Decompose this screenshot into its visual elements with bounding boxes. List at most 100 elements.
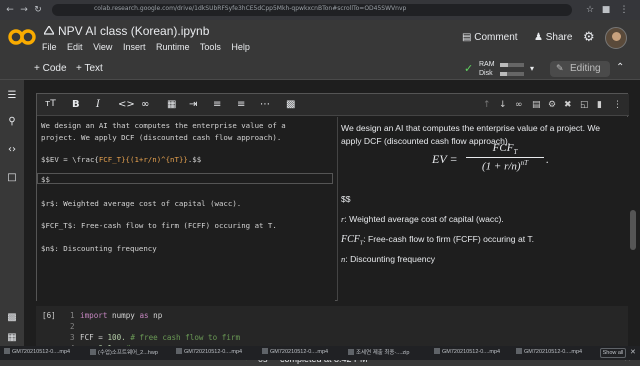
ram-disk-labels[interactable]: RAM Disk bbox=[479, 60, 495, 78]
download-item[interactable]: GM720210512-0....mp4 bbox=[4, 348, 84, 358]
menu-insert[interactable]: Insert bbox=[123, 42, 146, 52]
text-cell[interactable]: тT B I <> ∞ ▦ ⇥ ≡ ≡ ⋯ ▩ ↑ ↓ ∞ ▤ ⚙ ✖ ◱ ▮ … bbox=[36, 93, 629, 301]
browser-address-bar: ← → ↻ colab.research.google.com/drive/1d… bbox=[0, 0, 640, 20]
app-header: NPV AI class (Korean).ipynb File Edit Vi… bbox=[0, 20, 640, 60]
comment-cell-icon[interactable]: ▤ bbox=[532, 100, 541, 110]
preview-toggle-icon[interactable]: ▩ bbox=[286, 99, 295, 110]
left-sidebar: ☰ ⚲ ‹› □ ▩ ▦ bbox=[0, 80, 24, 352]
url-text: colab.research.google.com/drive/1dkSUbRF… bbox=[94, 5, 407, 12]
star-icon[interactable]: ☆ bbox=[584, 4, 596, 16]
preview-dollars: $$ bbox=[341, 194, 351, 204]
markdown-editor[interactable]: We design an AI that computes the enterp… bbox=[37, 117, 335, 301]
colab-app: NPV AI class (Korean).ipynb File Edit Vi… bbox=[0, 20, 640, 366]
indent-icon[interactable]: ⇥ bbox=[189, 99, 197, 110]
editor-line: We design an AI that computes the enterp… bbox=[41, 121, 286, 130]
code-snippets-icon[interactable]: ‹› bbox=[6, 144, 18, 156]
move-down-icon[interactable]: ↓ bbox=[499, 100, 507, 110]
editor-line: $$ bbox=[41, 175, 50, 184]
preview-fcf-line: FCFT: Free-cash flow to firm (FCFF) occu… bbox=[341, 234, 535, 247]
text-format-toolbar: тT B I <> ∞ ▦ ⇥ ≡ ≡ ⋯ ▩ ↑ ↓ ∞ ▤ ⚙ ✖ ◱ ▮ … bbox=[37, 94, 629, 116]
drive-icon bbox=[44, 26, 54, 35]
horizontal-rule-icon[interactable]: ⋯ bbox=[260, 99, 270, 110]
back-icon[interactable]: ← bbox=[4, 4, 16, 16]
editing-label: Editing bbox=[570, 63, 601, 74]
close-downloads-icon[interactable]: ✕ bbox=[630, 348, 636, 356]
reload-icon[interactable]: ↻ bbox=[32, 4, 44, 16]
colab-logo-icon[interactable] bbox=[8, 28, 36, 46]
chevron-up-icon[interactable]: ⌃ bbox=[616, 62, 624, 73]
browser-menu-icon[interactable]: ⋮ bbox=[618, 4, 630, 16]
eq-lhs: EV = bbox=[432, 152, 458, 166]
extension-icon[interactable]: ■ bbox=[600, 4, 612, 16]
table-of-contents-icon[interactable]: ☰ bbox=[6, 90, 18, 102]
comment-icon: ▤ bbox=[462, 32, 472, 43]
preview-intro-line: We design an AI that computes the enterp… bbox=[341, 123, 601, 133]
preview-n-line: n: Discounting frequency bbox=[341, 254, 436, 264]
download-item[interactable]: GM720210512-0....mp4 bbox=[262, 348, 342, 358]
command-palette-icon[interactable]: ▦ bbox=[6, 332, 18, 344]
downloads-bar: GM720210512-0....mp4 (수업)소프트웨어_2...hwp G… bbox=[0, 346, 640, 360]
scrollbar[interactable] bbox=[630, 210, 636, 250]
avatar[interactable] bbox=[605, 27, 627, 49]
move-up-icon[interactable]: ↑ bbox=[483, 100, 491, 110]
comment-button[interactable]: ▤ Comment bbox=[462, 32, 518, 43]
add-code-button[interactable]: + Code bbox=[34, 63, 67, 74]
italic-icon[interactable]: I bbox=[96, 99, 100, 110]
code-line: FCF = 100. # free cash flow to firm bbox=[80, 333, 241, 342]
bulleted-list-icon[interactable]: ≡ bbox=[237, 99, 245, 110]
download-item[interactable]: (수업)소프트웨어_2...hwp bbox=[90, 348, 170, 358]
heading-icon[interactable]: тT bbox=[45, 99, 56, 109]
eq-numerator: FCFT bbox=[466, 142, 544, 159]
search-icon[interactable]: ⚲ bbox=[6, 116, 18, 128]
active-line bbox=[37, 173, 333, 184]
share-icon: ♟ bbox=[534, 32, 543, 43]
numbered-list-icon[interactable]: ≡ bbox=[213, 99, 221, 110]
image-icon[interactable]: ▦ bbox=[167, 99, 176, 110]
gear-icon[interactable]: ⚙ bbox=[583, 30, 595, 45]
menu-runtime[interactable]: Runtime bbox=[156, 42, 190, 52]
chevron-down-icon[interactable]: ▾ bbox=[530, 64, 534, 73]
mirror-cell-icon[interactable]: ✖ bbox=[564, 100, 572, 110]
download-item[interactable]: GM720210512-0....mp4 bbox=[434, 348, 514, 358]
connected-check-icon: ✓ bbox=[464, 62, 474, 75]
notebook-title[interactable]: NPV AI class (Korean).ipynb bbox=[58, 24, 209, 38]
preview-r-line: r: Weighted average cost of capital (wac… bbox=[341, 214, 504, 224]
download-item[interactable]: GM720210512-0....mp4 bbox=[516, 348, 594, 358]
eq-highlight: FCF_T}{(1+r/n)^{nT}} bbox=[98, 155, 188, 164]
share-button[interactable]: ♟ Share bbox=[534, 32, 572, 43]
bold-icon[interactable]: B bbox=[72, 99, 80, 110]
notebook-toolbar: + Code + Text ✓ RAM Disk ▾ ✎ Editing ⌃ bbox=[0, 60, 640, 80]
more-options-icon[interactable]: ⋮ bbox=[613, 100, 622, 110]
terminal-icon[interactable]: ▩ bbox=[6, 312, 18, 324]
files-icon[interactable]: □ bbox=[6, 172, 18, 184]
show-all-button[interactable]: Show all bbox=[600, 348, 626, 358]
menu-tools[interactable]: Tools bbox=[200, 42, 221, 52]
forward-icon[interactable]: → bbox=[18, 4, 30, 16]
open-tab-icon[interactable]: ◱ bbox=[580, 100, 589, 110]
menu-edit[interactable]: Edit bbox=[67, 42, 83, 52]
menu-help[interactable]: Help bbox=[231, 42, 250, 52]
editor-equation-line: $$EV = \frac{FCF_T}{(1+r/n)^{nT}}.$$ bbox=[41, 155, 201, 164]
download-item[interactable]: GM720210512-0....mp4 bbox=[176, 348, 256, 358]
menu-file[interactable]: File bbox=[42, 42, 57, 52]
editing-button[interactable]: ✎ Editing bbox=[550, 61, 610, 77]
add-text-button[interactable]: + Text bbox=[76, 63, 103, 74]
eq-prefix: $$EV = \frac{ bbox=[41, 155, 99, 164]
menu-view[interactable]: View bbox=[93, 42, 112, 52]
editor-line: $r$: Weighted average cost of capital (w… bbox=[41, 199, 242, 208]
cell-settings-icon[interactable]: ⚙ bbox=[548, 100, 556, 110]
link-icon[interactable]: ∞ bbox=[141, 99, 149, 110]
cell-link-icon[interactable]: ∞ bbox=[515, 100, 523, 110]
download-item[interactable]: 조세연 제출 최종-....zip bbox=[348, 348, 428, 358]
share-label: Share bbox=[545, 32, 573, 43]
disk-label: Disk bbox=[479, 70, 493, 77]
notebook-area: тT B I <> ∞ ▦ ⇥ ≡ ≡ ⋯ ▩ ↑ ↓ ∞ ▤ ⚙ ✖ ◱ ▮ … bbox=[24, 80, 640, 353]
comment-label: Comment bbox=[474, 32, 518, 43]
eq-suffix: .$$ bbox=[187, 155, 202, 164]
url-field[interactable]: colab.research.google.com/drive/1dkSUbRF… bbox=[52, 4, 572, 16]
editor-line: project. We apply DCF (discounted cash f… bbox=[41, 133, 282, 142]
code-icon[interactable]: <> bbox=[118, 99, 135, 110]
delete-icon[interactable]: ▮ bbox=[597, 100, 602, 110]
line-number: 3 bbox=[70, 333, 75, 342]
disk-meter bbox=[500, 72, 524, 76]
